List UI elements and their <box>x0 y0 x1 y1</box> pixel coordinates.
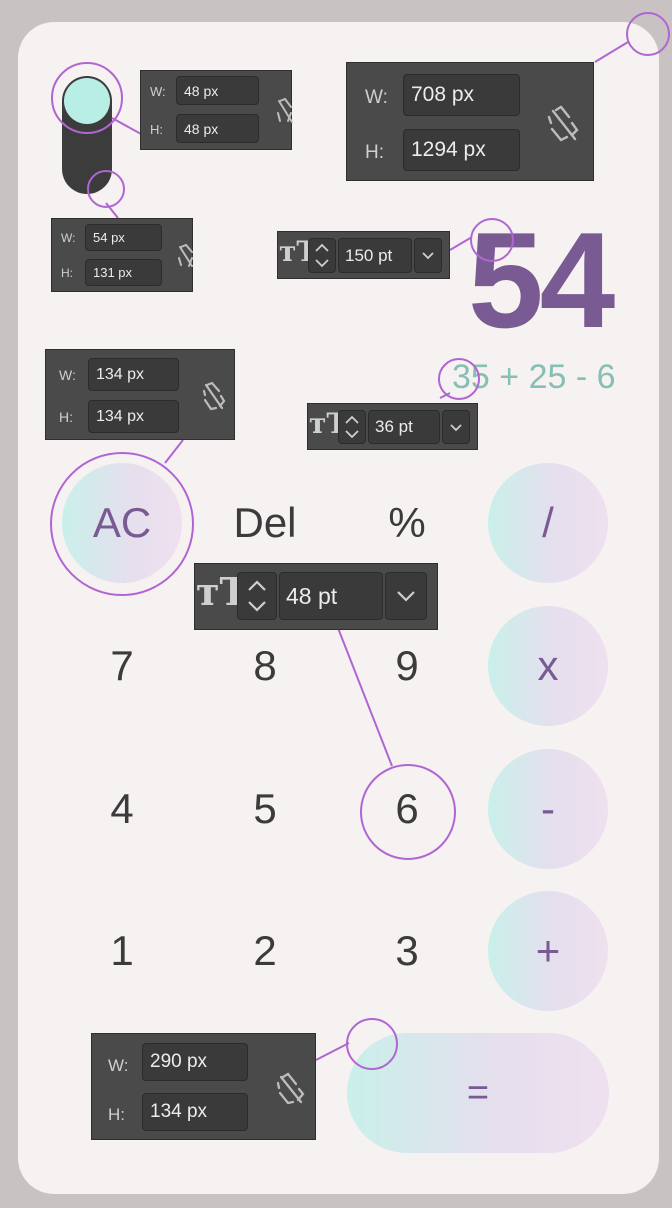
toggle-knob-marker <box>51 62 123 134</box>
ac-button-marker <box>50 452 194 596</box>
height-label: H: <box>108 1105 125 1124</box>
height-label: H: <box>365 142 384 163</box>
expression-font-size-panel: ᴛT 36 pt <box>307 403 478 450</box>
unlink-icon[interactable] <box>276 97 294 130</box>
height-field[interactable]: 134 px <box>88 400 179 433</box>
unlink-icon[interactable] <box>547 105 581 148</box>
width-label: W: <box>108 1056 129 1075</box>
equals-marker <box>346 1018 398 1070</box>
font-size-field[interactable]: 36 pt <box>368 410 440 444</box>
font-size-dropdown[interactable] <box>385 572 427 620</box>
width-field[interactable]: 134 px <box>88 358 179 391</box>
height-field[interactable]: 131 px <box>85 259 162 286</box>
unlink-icon[interactable] <box>202 381 226 416</box>
height-field[interactable]: 1294 px <box>403 129 520 171</box>
width-field[interactable]: 54 px <box>85 224 162 251</box>
height-field[interactable]: 134 px <box>142 1093 248 1131</box>
height-field[interactable]: 48 px <box>176 114 259 143</box>
result-marker <box>470 218 514 262</box>
width-label: W: <box>61 231 76 245</box>
ac-key-size-panel: W: 134 px H: 134 px <box>45 349 235 440</box>
chevron-down-icon <box>422 252 434 260</box>
toggle-track-marker <box>87 170 125 208</box>
width-field[interactable]: 708 px <box>403 74 520 116</box>
width-field[interactable]: 290 px <box>142 1043 248 1081</box>
key-font-marker <box>360 764 456 860</box>
width-label: W: <box>150 84 166 99</box>
unlink-icon[interactable] <box>276 1072 306 1111</box>
font-size-dropdown[interactable] <box>442 410 470 444</box>
font-size-dropdown[interactable] <box>414 238 442 273</box>
chevron-down-icon <box>450 424 462 432</box>
result-font-size-panel: ᴛT 150 pt <box>277 231 450 279</box>
unlink-icon[interactable] <box>178 243 194 274</box>
font-size-field[interactable]: 150 pt <box>338 238 412 273</box>
artboard-corner-marker <box>626 12 670 56</box>
width-label: W: <box>59 367 76 383</box>
font-size-stepper[interactable] <box>237 572 277 620</box>
width-field[interactable]: 48 px <box>176 76 259 105</box>
key-font-size-panel: ᴛT 48 pt <box>194 563 438 630</box>
chevron-down-icon <box>397 591 415 602</box>
font-size-stepper[interactable] <box>308 238 336 273</box>
toggle-knob-size-panel: W: 48 px H: 48 px <box>140 70 294 150</box>
height-label: H: <box>150 122 163 137</box>
equals-key-size-panel: W: 290 px H: 134 px <box>91 1033 316 1140</box>
font-size-field[interactable]: 48 pt <box>279 572 383 620</box>
expression-marker <box>438 358 480 400</box>
artboard-size-panel: W: 708 px H: 1294 px <box>346 62 594 181</box>
font-size-stepper[interactable] <box>338 410 366 444</box>
toggle-track-size-panel: W: 54 px H: 131 px <box>51 218 193 292</box>
width-label: W: <box>365 87 388 108</box>
height-label: H: <box>61 266 73 280</box>
height-label: H: <box>59 409 73 425</box>
